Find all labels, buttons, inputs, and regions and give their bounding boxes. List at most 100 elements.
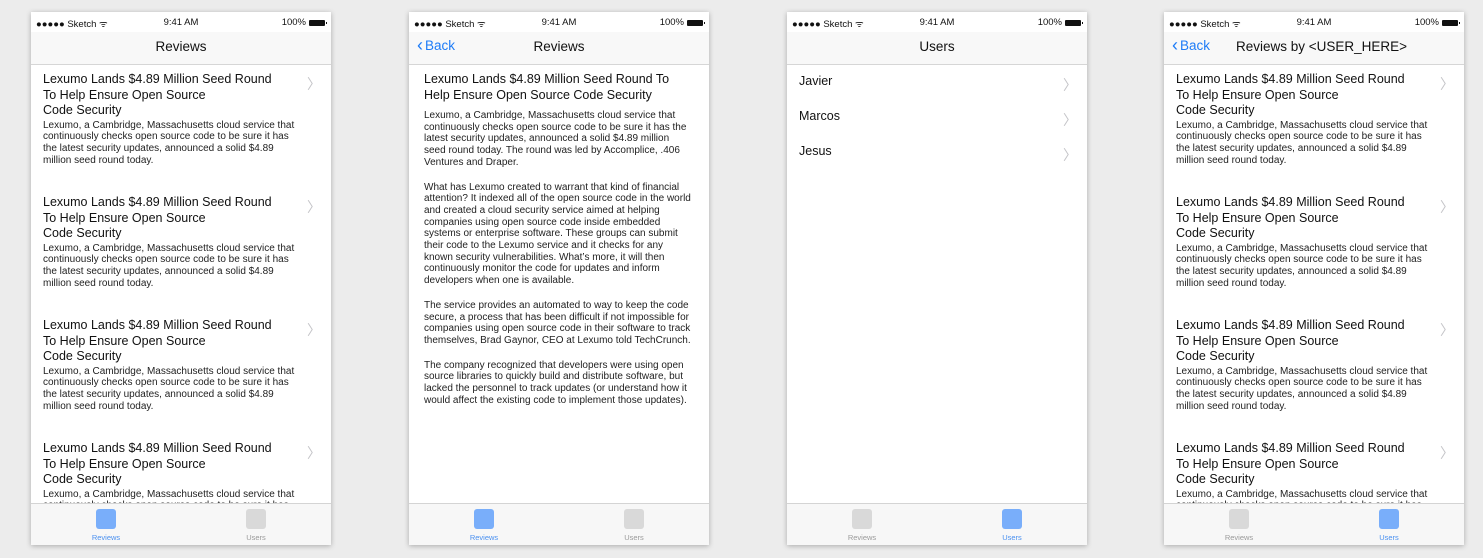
- review-snippet: Lexumo, a Cambridge, Massachusetts cloud…: [43, 488, 295, 505]
- user-row-javier[interactable]: Javier 〉: [787, 65, 1087, 100]
- review-snippet: Lexumo, a Cambridge, Massachusetts cloud…: [1176, 119, 1428, 166]
- chevron-right-icon: 〉: [307, 445, 321, 461]
- chevron-right-icon: 〉: [1440, 445, 1454, 461]
- list-item[interactable]: Lexumo Lands $4.89 Million Seed Round To …: [1164, 65, 1464, 188]
- chevron-right-icon: 〉: [1063, 147, 1077, 163]
- article-paragraph: The company recognized that developers w…: [424, 359, 687, 406]
- battery-percent: 100%: [281, 17, 306, 28]
- users-tab-icon: [246, 509, 266, 529]
- article-paragraph: Lexumo, a Cambridge, Massachusetts cloud…: [424, 110, 687, 168]
- article-view[interactable]: Lexumo Lands $4.89 Million Seed Round To…: [409, 65, 709, 504]
- chevron-left-icon: ‹: [1172, 34, 1178, 55]
- review-snippet: Lexumo, a Cambridge, Massachusetts cloud…: [1176, 488, 1428, 505]
- page-title: Reviews by <USER_HERE>: [1236, 39, 1408, 54]
- tab-users[interactable]: Users: [1314, 504, 1464, 545]
- article-title: Lexumo Lands $4.89 Million Seed Round To…: [424, 72, 670, 102]
- battery-percent: 100%: [659, 17, 684, 28]
- status-bar: ●●●●● Sketch ᯤ 9:41 AM 100%: [31, 12, 331, 32]
- page-title: Reviews: [533, 39, 585, 54]
- list-item[interactable]: Lexumo Lands $4.89 Million Seed Round To …: [1164, 434, 1464, 504]
- battery-status: 100%: [659, 17, 705, 28]
- review-list[interactable]: Lexumo Lands $4.89 Million Seed Round To …: [31, 65, 331, 504]
- review-list[interactable]: Lexumo Lands $4.89 Million Seed Round To …: [1164, 65, 1464, 504]
- page-title: Reviews: [155, 39, 207, 54]
- status-bar: ●●●●● Sketch ᯤ 9:41 AM 100%: [787, 12, 1087, 32]
- battery-icon: [309, 19, 327, 26]
- user-reviews-screen: ●●●●● Sketch ᯤ 9:41 AM 100% ‹ Back Review…: [1164, 12, 1464, 545]
- battery-percent: 100%: [1414, 17, 1439, 28]
- review-snippet: Lexumo, a Cambridge, Massachusetts cloud…: [43, 119, 295, 166]
- tab-reviews[interactable]: Reviews: [31, 504, 181, 545]
- list-item[interactable]: Lexumo Lands $4.89 Million Seed Round To …: [1164, 311, 1464, 434]
- user-row-marcos[interactable]: Marcos 〉: [787, 100, 1087, 135]
- users-tab-icon: [624, 509, 644, 529]
- tab-reviews[interactable]: Reviews: [787, 504, 937, 545]
- review-snippet: Lexumo, a Cambridge, Massachusetts cloud…: [43, 242, 295, 289]
- reviews-list-screen: ●●●●● Sketch ᯤ 9:41 AM 100% Reviews Lexu…: [31, 12, 331, 545]
- user-name: Jesus: [799, 144, 832, 158]
- navigation-bar: ‹ Back Reviews: [409, 32, 709, 65]
- reviews-tab-icon: [1229, 509, 1249, 529]
- review-title: Lexumo Lands $4.89 Million Seed Round To …: [43, 318, 272, 363]
- tab-users[interactable]: Users: [937, 504, 1087, 545]
- battery-icon: [687, 19, 705, 26]
- user-name: Javier: [799, 74, 833, 88]
- review-title: Lexumo Lands $4.89 Million Seed Round To …: [1176, 72, 1405, 117]
- chevron-right-icon: 〉: [307, 322, 321, 338]
- status-bar: ●●●●● Sketch ᯤ 9:41 AM 100%: [1164, 12, 1464, 32]
- reviews-tab-icon: [474, 509, 494, 529]
- user-name: Marcos: [799, 109, 840, 123]
- back-button[interactable]: ‹ Back: [1172, 34, 1211, 55]
- review-snippet: Lexumo, a Cambridge, Massachusetts cloud…: [1176, 242, 1428, 289]
- tab-reviews[interactable]: Reviews: [409, 504, 559, 545]
- chevron-right-icon: 〉: [307, 199, 321, 215]
- review-title: Lexumo Lands $4.89 Million Seed Round To …: [43, 72, 272, 117]
- review-title: Lexumo Lands $4.89 Million Seed Round To …: [1176, 441, 1405, 486]
- list-item[interactable]: Lexumo Lands $4.89 Million Seed Round To …: [31, 188, 331, 311]
- tab-label: Users: [246, 533, 266, 542]
- battery-status: 100%: [281, 17, 327, 28]
- tab-reviews[interactable]: Reviews: [1164, 504, 1314, 545]
- battery-status: 100%: [1414, 17, 1460, 28]
- navigation-bar: ‹ Back Reviews by <USER_HERE>: [1164, 32, 1464, 65]
- users-tab-icon: [1002, 509, 1022, 529]
- list-item[interactable]: Lexumo Lands $4.89 Million Seed Round To …: [31, 65, 331, 188]
- battery-icon: [1442, 19, 1460, 26]
- page-title: Users: [919, 39, 955, 54]
- battery-status: 100%: [1038, 17, 1083, 28]
- article-paragraph: The service provides an automated to way…: [424, 299, 691, 346]
- tab-label: Reviews: [847, 533, 877, 542]
- reviews-tab-icon: [852, 509, 872, 529]
- users-tab-icon: [1379, 509, 1399, 529]
- user-row-jesus[interactable]: Jesus 〉: [787, 135, 1087, 170]
- review-detail-screen: ●●●●● Sketch ᯤ 9:41 AM 100% ‹ Back Review…: [409, 12, 709, 545]
- tab-bar: Reviews Users: [787, 503, 1087, 545]
- list-item[interactable]: Lexumo Lands $4.89 Million Seed Round To …: [1164, 188, 1464, 311]
- tab-users[interactable]: Users: [559, 504, 709, 545]
- tab-label: Reviews: [1224, 533, 1254, 542]
- tab-bar: Reviews Users: [409, 503, 709, 545]
- tab-label: Users: [1379, 533, 1399, 542]
- review-title: Lexumo Lands $4.89 Million Seed Round To …: [1176, 195, 1405, 240]
- chevron-right-icon: 〉: [1440, 76, 1454, 92]
- review-snippet: Lexumo, a Cambridge, Massachusetts cloud…: [1176, 365, 1428, 412]
- tab-label: Users: [1002, 533, 1022, 542]
- navigation-bar: Users: [787, 32, 1087, 65]
- article-paragraph: What has Lexumo created to warrant that …: [424, 181, 691, 287]
- chevron-right-icon: 〉: [1440, 199, 1454, 215]
- tab-bar: Reviews Users: [31, 503, 331, 545]
- review-title: Lexumo Lands $4.89 Million Seed Round To …: [1176, 318, 1405, 363]
- tab-bar: Reviews Users: [1164, 503, 1464, 545]
- list-item[interactable]: Lexumo Lands $4.89 Million Seed Round To …: [31, 311, 331, 434]
- tab-label: Users: [624, 533, 644, 542]
- tab-users[interactable]: Users: [181, 504, 331, 545]
- back-label: Back: [1180, 38, 1211, 53]
- list-item[interactable]: Lexumo Lands $4.89 Million Seed Round To …: [31, 434, 331, 504]
- battery-icon: [1065, 19, 1083, 26]
- users-list-screen: ●●●●● Sketch ᯤ 9:41 AM 100% Users Javier…: [787, 12, 1087, 545]
- user-list[interactable]: Javier 〉 Marcos 〉 Jesus 〉: [787, 65, 1087, 504]
- tab-label: Reviews: [91, 533, 121, 542]
- chevron-right-icon: 〉: [1440, 322, 1454, 338]
- review-title: Lexumo Lands $4.89 Million Seed Round To …: [43, 195, 272, 240]
- tab-label: Reviews: [469, 533, 499, 542]
